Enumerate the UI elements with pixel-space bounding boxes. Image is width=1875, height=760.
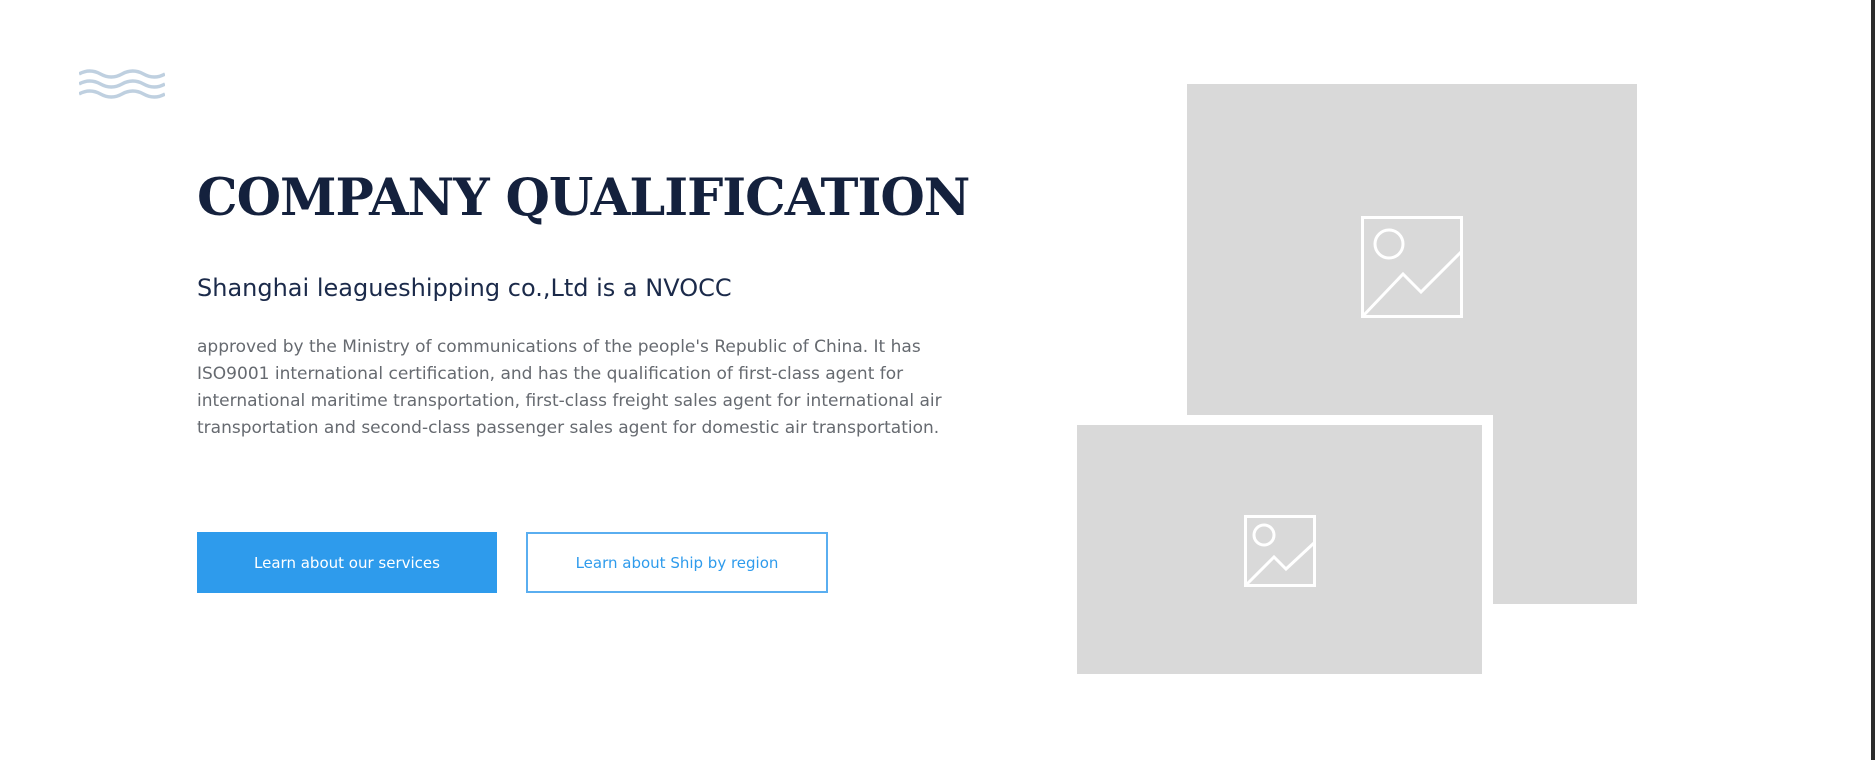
- small-image-placeholder: [1077, 425, 1482, 674]
- waves-icon: [79, 69, 165, 99]
- section-subtitle: Shanghai leagueshipping co.,Ltd is a NVO…: [197, 274, 732, 302]
- section-title: COMPANY QUALIFICATION: [197, 168, 970, 228]
- learn-ship-by-region-button[interactable]: Learn about Ship by region: [526, 532, 828, 593]
- learn-services-button[interactable]: Learn about our services: [197, 532, 497, 593]
- window-edge: [1871, 0, 1875, 760]
- company-qualification-section: COMPANY QUALIFICATION Shanghai leagueshi…: [0, 0, 1875, 760]
- section-description: approved by the Ministry of communicatio…: [197, 337, 942, 438]
- image-placeholder-icon: [1361, 216, 1463, 318]
- image-placeholder-icon: [1244, 515, 1316, 587]
